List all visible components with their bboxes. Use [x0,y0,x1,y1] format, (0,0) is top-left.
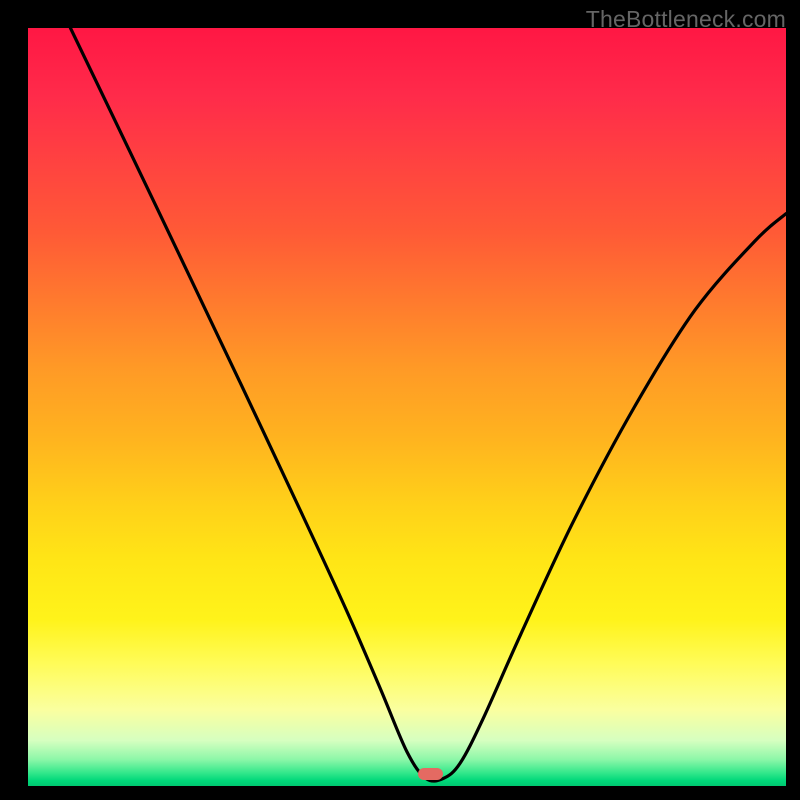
chart-frame: TheBottleneck.com [0,0,800,800]
watermark-text: TheBottleneck.com [586,6,786,33]
bottleneck-curve [28,28,786,786]
plot-area [28,28,786,786]
optimum-marker [418,768,443,780]
